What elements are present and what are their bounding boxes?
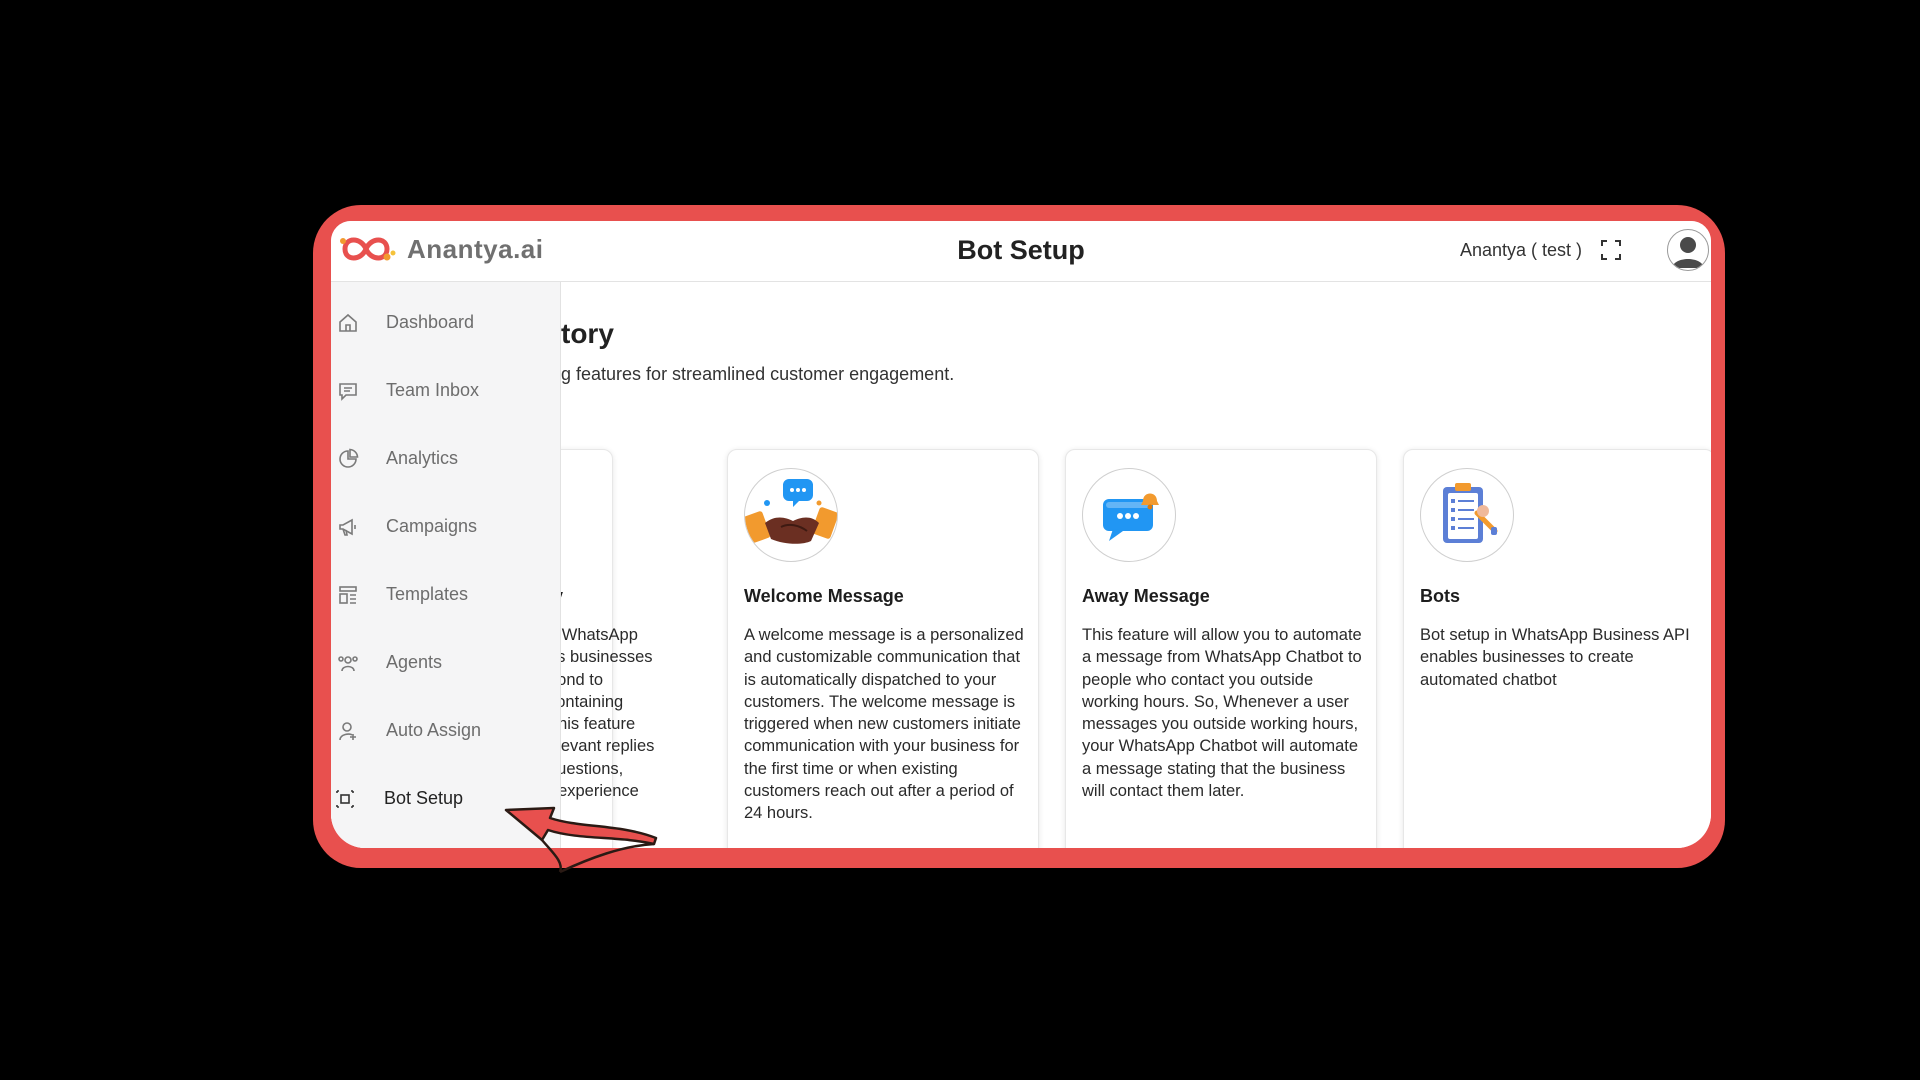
sidebar-item-label: Campaigns <box>386 516 478 536</box>
card-title: Bots <box>1420 586 1460 606</box>
card-title: Away Message <box>1082 586 1210 606</box>
main-subtitle: g features for streamlined customer enga… <box>561 364 955 384</box>
sidebar: Dashboard Team Inbox Analytics Campaigns… <box>331 282 561 848</box>
bot-setup-icon <box>334 788 356 810</box>
app-window: Anantya.ai Bot Setup Anantya ( test ) to… <box>331 221 1711 848</box>
home-icon <box>337 312 359 334</box>
account-name[interactable]: Anantya ( test ) <box>1460 240 1582 261</box>
megaphone-icon <box>337 516 359 538</box>
clipboard-icon <box>1420 468 1514 562</box>
sidebar-item-agents[interactable]: Agents <box>331 643 560 683</box>
card-welcome-message[interactable]: Welcome Message A welcome message is a p… <box>727 449 1039 848</box>
sidebar-item-label: Templates <box>386 584 469 604</box>
template-icon <box>337 584 359 606</box>
sidebar-item-label: Agents <box>386 652 443 672</box>
agents-icon <box>337 652 359 674</box>
card-description: This feature will allow you to automate … <box>1082 626 1362 801</box>
card-description: n WhatsApp es businesses pond to contain… <box>548 626 655 801</box>
sidebar-item-templates[interactable]: Templates <box>331 575 560 615</box>
chat-bell-icon <box>1082 468 1176 562</box>
card-title: Welcome Message <box>744 586 904 606</box>
sidebar-item-label: Analytics <box>386 448 459 468</box>
card-description: Bot setup in WhatsApp Business API enabl… <box>1420 626 1690 689</box>
sidebar-item-auto-assign[interactable]: Auto Assign <box>331 711 560 751</box>
sidebar-item-label: Bot Setup <box>384 788 464 808</box>
card-away-message[interactable]: Away Message This feature will allow you… <box>1065 449 1377 848</box>
handshake-icon <box>744 468 838 562</box>
sidebar-item-dashboard[interactable]: Dashboard <box>331 303 560 343</box>
pie-chart-icon <box>337 448 359 470</box>
fullscreen-icon[interactable] <box>1601 240 1621 265</box>
sidebar-item-campaigns[interactable]: Campaigns <box>331 507 560 547</box>
sidebar-item-analytics[interactable]: Analytics <box>331 439 560 479</box>
sidebar-item-label: Auto Assign <box>386 720 482 740</box>
card-bots[interactable]: Bots Bot setup in WhatsApp Business API … <box>1403 449 1711 848</box>
sidebar-item-team-inbox[interactable]: Team Inbox <box>331 371 560 411</box>
sidebar-item-label: Dashboard <box>386 312 475 332</box>
sidebar-item-label: Team Inbox <box>386 380 480 400</box>
user-assign-icon <box>337 720 359 742</box>
chat-icon <box>337 380 359 402</box>
card-description: A welcome message is a personalized and … <box>744 626 1024 823</box>
pointer-arrow-icon <box>504 806 658 874</box>
user-avatar-icon[interactable] <box>1667 229 1709 271</box>
main-title: tory <box>561 318 614 349</box>
top-header: Anantya.ai Bot Setup Anantya ( test ) <box>331 221 1711 282</box>
